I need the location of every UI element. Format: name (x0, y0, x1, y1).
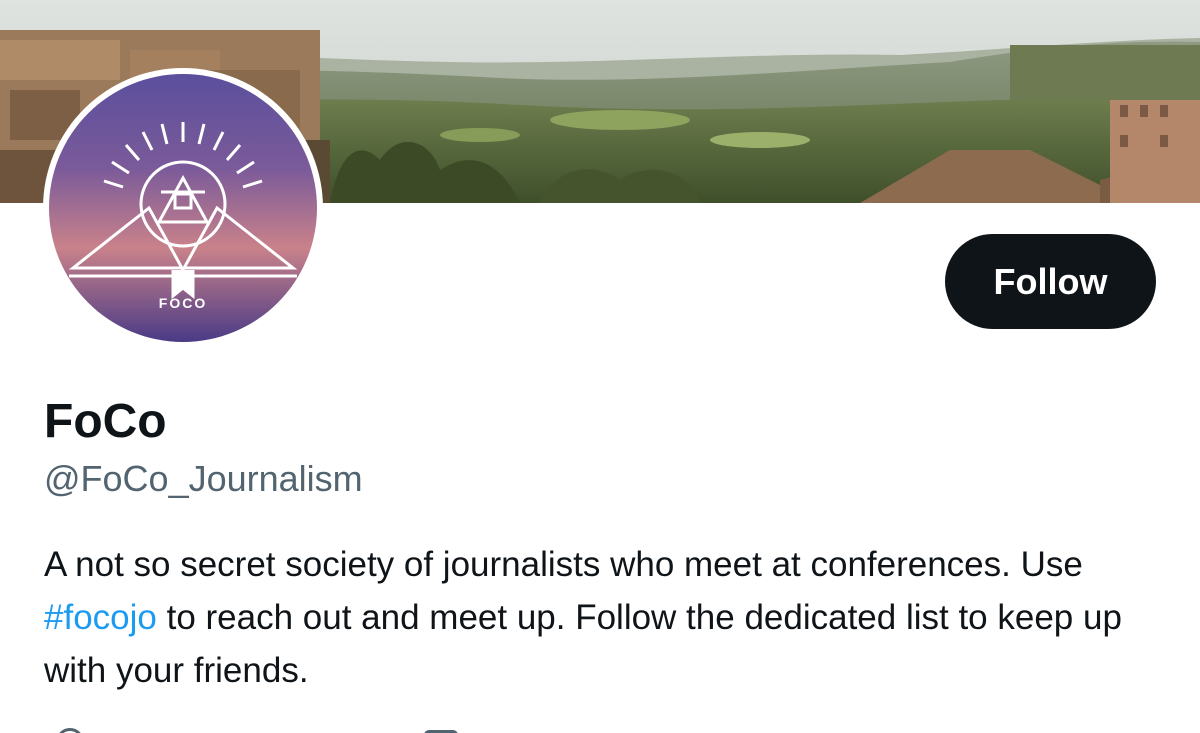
follow-button[interactable]: Follow (945, 234, 1156, 329)
bio-text-part1: A not so secret society of journalists w… (44, 545, 1083, 584)
profile-page: FOCO Follow FoCo @FoCo_Journalism A not … (0, 0, 1200, 733)
foco-logo-icon: FOCO (49, 74, 317, 342)
bio-text-part2: to reach out and meet up. Follow the ded… (44, 598, 1122, 690)
profile-handle: @FoCo_Journalism (44, 458, 363, 499)
bio-hashtag-link[interactable]: #focojo (44, 598, 157, 637)
profile-meta-row (44, 726, 1174, 733)
avatar-logo-text: FOCO (159, 295, 207, 311)
profile-display-name: FoCo (44, 395, 167, 448)
avatar[interactable]: FOCO (49, 74, 317, 342)
location-icon (56, 728, 84, 733)
profile-bio: A not so secret society of journalists w… (44, 538, 1174, 697)
